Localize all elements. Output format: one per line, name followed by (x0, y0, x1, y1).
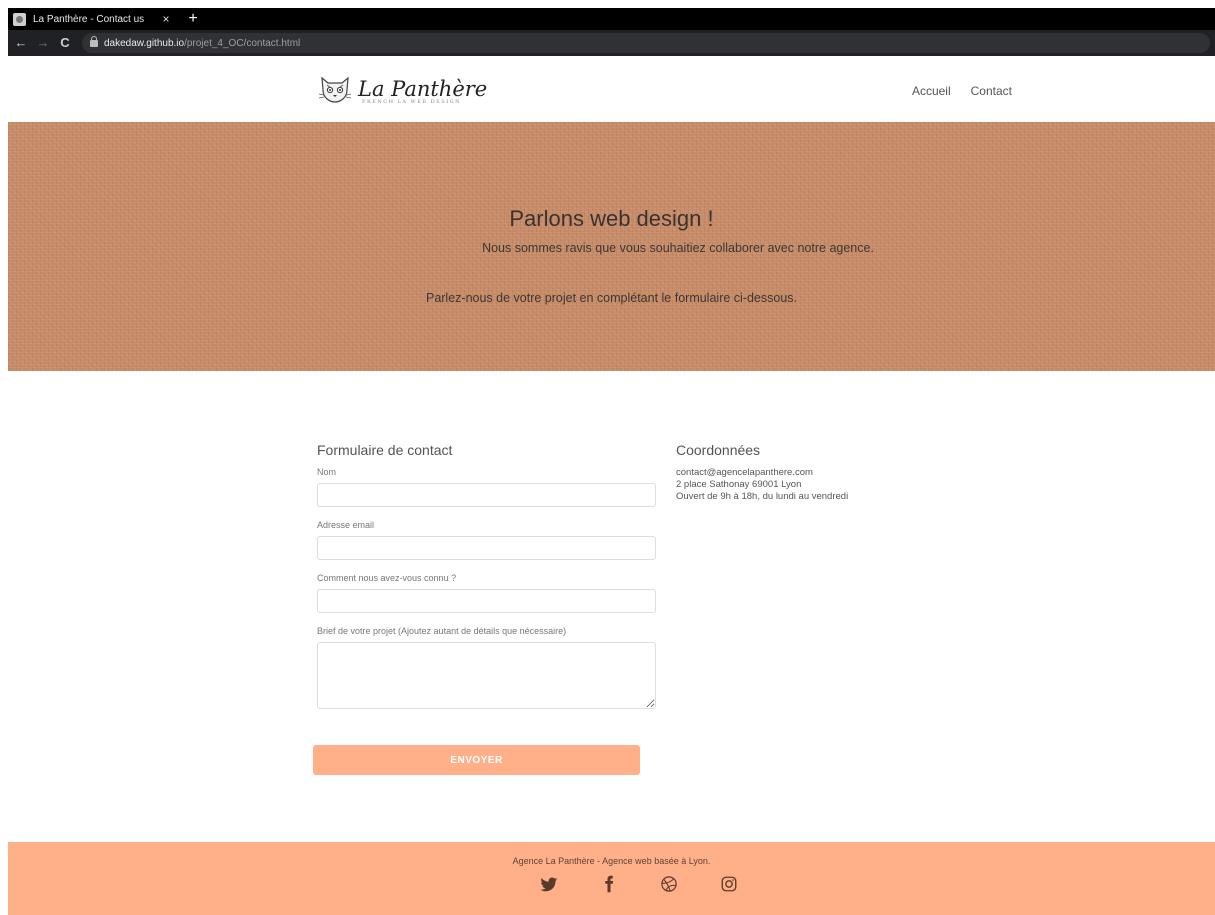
email-input[interactable] (317, 536, 656, 560)
dribbble-icon[interactable] (660, 875, 678, 893)
social-links (540, 875, 738, 893)
reload-button[interactable]: C (56, 34, 74, 52)
coords-title: Coordonnées (676, 442, 761, 458)
brief-textarea[interactable] (317, 642, 656, 709)
name-input[interactable] (317, 483, 656, 507)
contact-address: 2 place Sathonay 69001 Lyon (676, 479, 802, 490)
contact-email[interactable]: contact@agencelapanthere.com (676, 467, 936, 479)
tab-title: La Panthère - Contact us (33, 13, 145, 25)
instagram-icon[interactable] (720, 875, 738, 893)
logo-text: La Panthère FRENCH LA WEB DESIGN (358, 77, 488, 105)
footer-text: Agence La Panthère - Agence web basée à … (512, 856, 711, 866)
hero-title: Parlons web design ! (509, 206, 714, 231)
contact-hours: Ouvert de 9h à 18h, du lundi au vendredi (676, 491, 849, 502)
referral-input[interactable] (317, 589, 656, 613)
url-path: /projet_4_OC/contact.html (184, 37, 301, 49)
hero-instruction: Parlez-nous de votre projet en complétan… (425, 291, 797, 305)
hero-banner: Parlons web design ! Nous sommes ravis q… (8, 122, 1215, 371)
twitter-icon[interactable] (540, 875, 558, 893)
url-input[interactable]: dakedaw.github.io/projet_4_OC/contact.ht… (82, 33, 1210, 53)
site-footer: Agence La Panthère - Agence web basée à … (8, 842, 1215, 915)
facebook-icon[interactable] (600, 875, 618, 893)
panther-logo-icon (318, 76, 352, 103)
address-bar: ← → C dakedaw.github.io/projet_4_OC/cont… (8, 30, 1215, 56)
email-label: Adresse email (317, 520, 375, 530)
site-header: La Panthère FRENCH LA WEB DESIGN Accueil … (8, 56, 1215, 122)
logo-title: La Panthère (358, 77, 488, 101)
tab-bar: La Panthère - Contact us × + (8, 8, 1215, 30)
name-label: Nom (317, 467, 337, 477)
url-host: dakedaw.github.io (104, 37, 185, 49)
referral-label: Comment nous avez-vous connu ? (317, 573, 457, 583)
logo-subtitle: FRENCH LA WEB DESIGN (362, 99, 462, 105)
submit-button[interactable]: ENVOYER (313, 745, 640, 775)
form-title: Formulaire de contact (317, 442, 453, 458)
contact-details: Coordonnées contact@agencelapanthere.com… (676, 442, 936, 503)
contact-form: Formulaire de contact Nom Adresse email … (317, 442, 657, 722)
lock-icon (90, 35, 98, 47)
hero-intro: Nous sommes ravis que vous souhaitiez co… (482, 241, 874, 255)
favicon-icon (13, 12, 26, 26)
brief-label: Brief de votre projet (Ajoutez autant de… (317, 626, 567, 636)
forward-button[interactable]: → (34, 34, 52, 52)
nav-link-contact[interactable]: Contact (971, 84, 1012, 98)
new-tab-button[interactable]: + (184, 8, 202, 30)
nav-link-accueil[interactable]: Accueil (912, 84, 951, 98)
logo-link[interactable]: La Panthère FRENCH LA WEB DESIGN (318, 74, 488, 105)
browser-window: La Panthère - Contact us × + ← → C daked… (8, 8, 1215, 915)
back-button[interactable]: ← (12, 34, 30, 52)
url-text: dakedaw.github.io/projet_4_OC/contact.ht… (104, 38, 300, 49)
tab-close-button[interactable]: × (158, 12, 174, 26)
main-nav: Accueil Contact (912, 84, 1012, 98)
tab-active[interactable]: La Panthère - Contact us × (8, 8, 178, 30)
